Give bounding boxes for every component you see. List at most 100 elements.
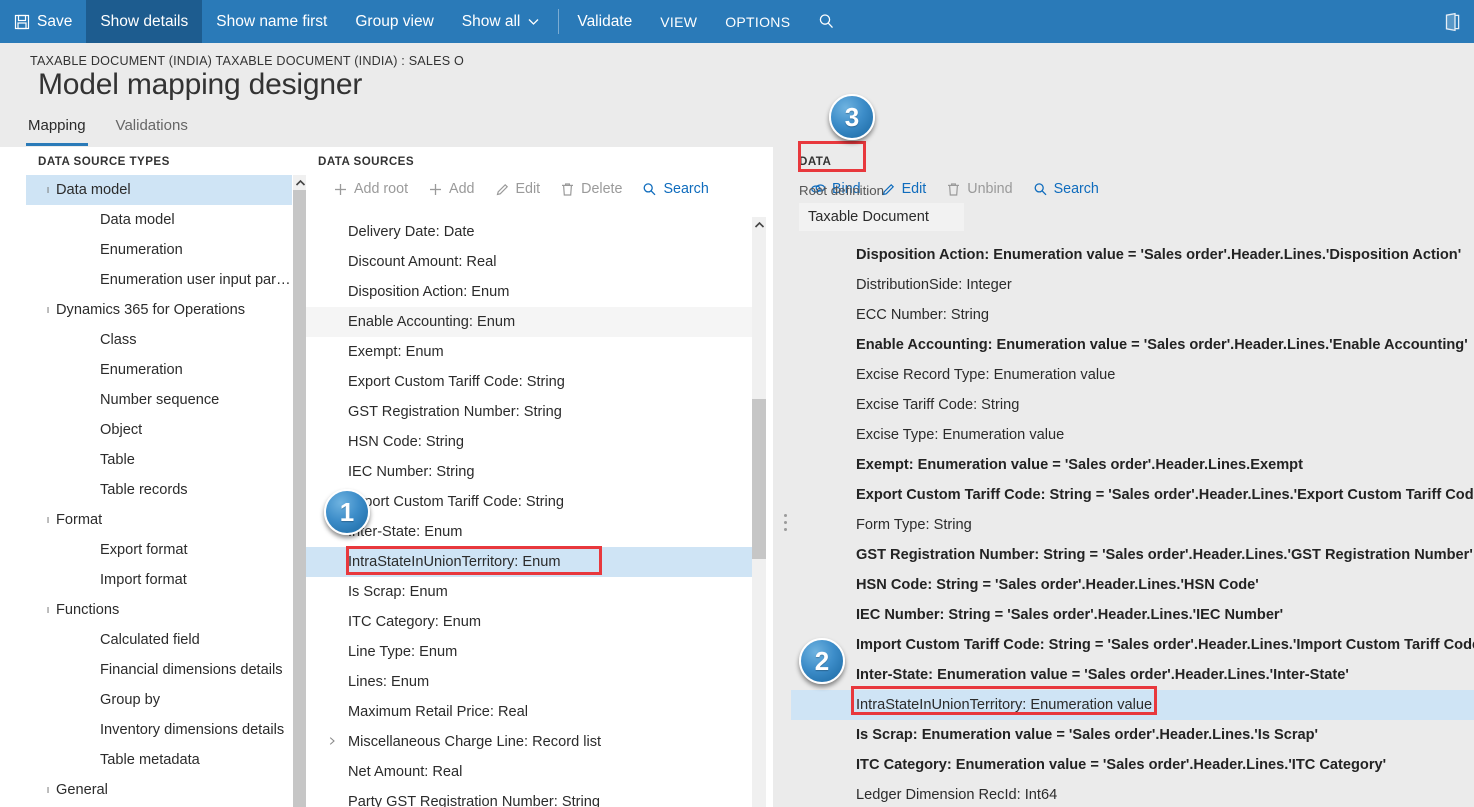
data-source-type-item-general-20[interactable]: ı General xyxy=(26,775,292,805)
data-item-distributionside-1[interactable]: DistributionSide: Integer xyxy=(791,270,1474,300)
data-source-type-item-table-records-10[interactable]: Table records xyxy=(26,475,292,505)
data-source-item-intrastateinunionterritory-enum-11[interactable]: IntraStateInUnionTerritory: Enum xyxy=(306,547,752,577)
data-source-type-item-group-by-17[interactable]: Group by xyxy=(26,685,292,715)
data-item-enable-accounting-3[interactable]: Enable Accounting: Enumeration value = '… xyxy=(791,330,1474,360)
group-view-button[interactable]: Group view xyxy=(341,0,447,43)
data-item-hsn-code-11[interactable]: HSN Code: String = 'Sales order'.Header.… xyxy=(791,570,1474,600)
data-source-types-caption: DATA SOURCE TYPES xyxy=(38,155,170,168)
show-details-button[interactable]: Show details xyxy=(86,0,203,43)
search-button[interactable] xyxy=(804,0,849,43)
show-all-dropdown[interactable]: Show all xyxy=(448,0,555,43)
office-window-icon[interactable] xyxy=(1430,0,1474,43)
data-item-excise-tariff-code-5[interactable]: Excise Tariff Code: String xyxy=(791,390,1474,420)
data-source-type-item-calculated-field-15[interactable]: Calculated field xyxy=(26,625,292,655)
data-item-ecc-number-2[interactable]: ECC Number: String xyxy=(791,300,1474,330)
data-source-item-inter-state-enum-10[interactable]: Inter-State: Enum xyxy=(306,517,752,547)
data-source-type-item-class-5[interactable]: Class xyxy=(26,325,292,355)
data-source-type-item-enumeration-6[interactable]: Enumeration xyxy=(26,355,292,385)
data-sources-tree[interactable]: Delivery Date: Date Discount Amount: Real… xyxy=(306,217,752,807)
data-source-item-net-amount-real-18[interactable]: Net Amount: Real xyxy=(306,757,752,787)
data-source-type-item-format-11[interactable]: ı Format xyxy=(26,505,292,535)
data-source-types-tree[interactable]: ı Data model Data model Enumeration Enumerat… xyxy=(26,175,292,807)
tab-mapping[interactable]: Mapping xyxy=(26,113,88,146)
item-label: Ledger Dimension RecId: Int64 xyxy=(856,787,1058,803)
chevron-right-icon[interactable] xyxy=(328,736,336,749)
mid-pane-scrollbar[interactable] xyxy=(752,217,766,807)
data-source-type-item-export-format-12[interactable]: Export format xyxy=(26,535,292,565)
data-item-inter-state-14[interactable]: Inter-State: Enumeration value = 'Sales … xyxy=(791,660,1474,690)
data-item-form-type-9[interactable]: Form Type: String xyxy=(791,510,1474,540)
data-source-item-is-scrap-enum-12[interactable]: Is Scrap: Enum xyxy=(306,577,752,607)
data-item-import-custom-tariff-code-13[interactable]: Import Custom Tariff Code: String = 'Sal… xyxy=(791,630,1474,660)
data-item-ledger-dimension-recid-18[interactable]: Ledger Dimension RecId: Int64 xyxy=(791,780,1474,807)
edit-button[interactable]: Edit xyxy=(486,177,550,201)
data-source-item-delivery-date-date-0[interactable]: Delivery Date: Date xyxy=(306,217,752,247)
data-source-item-itc-category-enum-13[interactable]: ITC Category: Enum xyxy=(306,607,752,637)
data-item-excise-record-type-4[interactable]: Excise Record Type: Enumeration value xyxy=(791,360,1474,390)
search-button[interactable]: Search xyxy=(1024,177,1108,201)
data-item-itc-category-17[interactable]: ITC Category: Enumeration value = 'Sales… xyxy=(791,750,1474,780)
data-source-type-item-object-8[interactable]: Object xyxy=(26,415,292,445)
plus-icon xyxy=(428,182,443,197)
show-details-label: Show details xyxy=(100,12,189,30)
data-source-item-party-gst-registration-number-string-19[interactable]: Party GST Registration Number: String xyxy=(306,787,752,807)
data-source-item-exempt-enum-4[interactable]: Exempt: Enum xyxy=(306,337,752,367)
data-source-item-gst-registration-number-string-6[interactable]: GST Registration Number: String xyxy=(306,397,752,427)
root-definition-field[interactable]: Taxable Document xyxy=(799,203,964,231)
data-source-item-enable-accounting-enum-3[interactable]: Enable Accounting: Enum xyxy=(306,307,752,337)
data-source-item-iec-number-string-8[interactable]: IEC Number: String xyxy=(306,457,752,487)
show-name-first-button[interactable]: Show name first xyxy=(202,0,341,43)
data-tree[interactable]: Disposition Action: Enumeration value = … xyxy=(791,240,1474,807)
data-source-item-lines-enum-15[interactable]: Lines: Enum xyxy=(306,667,752,697)
data-source-type-item-enumeration-user-input-parameter-3[interactable]: Enumeration user input parameter xyxy=(26,265,292,295)
data-source-item-discount-amount-real-1[interactable]: Discount Amount: Real xyxy=(306,247,752,277)
options-menu[interactable]: OPTIONS xyxy=(711,0,804,43)
validate-button[interactable]: Validate xyxy=(563,0,646,43)
left-pane-scrollbar[interactable] xyxy=(293,175,307,807)
data-source-item-disposition-action-enum-2[interactable]: Disposition Action: Enum xyxy=(306,277,752,307)
data-source-item-maximum-retail-price-real-16[interactable]: Maximum Retail Price: Real xyxy=(306,697,752,727)
save-button[interactable]: Save xyxy=(0,0,86,43)
data-source-type-item-dynamics-365-for-operations-4[interactable]: ı Dynamics 365 for Operations xyxy=(26,295,292,325)
data-item-iec-number-12[interactable]: IEC Number: String = 'Sales order'.Heade… xyxy=(791,600,1474,630)
data-source-item-export-custom-tariff-code-string-5[interactable]: Export Custom Tariff Code: String xyxy=(306,367,752,397)
delete-button[interactable]: Delete xyxy=(551,177,631,201)
data-source-type-item-table-metadata-19[interactable]: Table metadata xyxy=(26,745,292,775)
data-source-type-item-table-9[interactable]: Table xyxy=(26,445,292,475)
tab-validations[interactable]: Validations xyxy=(114,113,190,146)
data-item-disposition-action-0[interactable]: Disposition Action: Enumeration value = … xyxy=(791,240,1474,270)
item-label: Import Custom Tariff Code: String xyxy=(348,494,565,510)
data-source-type-item-enumeration-2[interactable]: Enumeration xyxy=(26,235,292,265)
item-label: Inter-State: Enum xyxy=(348,524,463,540)
data-source-type-item-data-model-0[interactable]: ı Data model xyxy=(26,175,292,205)
data-source-type-item-functions-14[interactable]: ı Functions xyxy=(26,595,292,625)
data-source-item-miscellaneous-charge-line-record-list-17[interactable]: Miscellaneous Charge Line: Record list xyxy=(306,727,752,757)
data-item-export-custom-tariff-code-8[interactable]: Export Custom Tariff Code: String = 'Sal… xyxy=(791,480,1474,510)
data-item-excise-type-6[interactable]: Excise Type: Enumeration value xyxy=(791,420,1474,450)
data-source-item-import-custom-tariff-code-string-9[interactable]: Import Custom Tariff Code: String xyxy=(306,487,752,517)
add-root-button[interactable]: Add root xyxy=(324,177,417,201)
data-item-is-scrap-16[interactable]: Is Scrap: Enumeration value = 'Sales ord… xyxy=(791,720,1474,750)
left-scroll-thumb[interactable] xyxy=(293,190,307,807)
pane-splitter[interactable] xyxy=(773,147,791,807)
tab-mapping-label: Mapping xyxy=(28,117,86,134)
splitter-grip-icon[interactable] xyxy=(784,514,788,534)
data-item-exempt-7[interactable]: Exempt: Enumeration value = 'Sales order… xyxy=(791,450,1474,480)
mid-scroll-thumb[interactable] xyxy=(752,399,766,559)
data-source-type-item-inventory-dimensions-details-18[interactable]: Inventory dimensions details xyxy=(26,715,292,745)
data-item-intrastateinunionterritory-15[interactable]: IntraStateInUnionTerritory: Enumeration … xyxy=(791,690,1474,720)
add-button[interactable]: Add xyxy=(419,177,483,201)
data-source-type-item-number-sequence-7[interactable]: Number sequence xyxy=(26,385,292,415)
data-source-type-item-data-model-1[interactable]: Data model xyxy=(26,205,292,235)
data-source-item-line-type-enum-14[interactable]: Line Type: Enum xyxy=(306,637,752,667)
search-button[interactable]: Search xyxy=(633,177,717,201)
data-source-type-item-import-format-13[interactable]: Import format xyxy=(26,565,292,595)
item-label: Export Custom Tariff Code: String xyxy=(348,374,565,390)
unbind-button[interactable]: Unbind xyxy=(937,177,1021,201)
data-source-type-item-financial-dimensions-details-16[interactable]: Financial dimensions details xyxy=(26,655,292,685)
data-sources-toolbar: Add root Add Edit Delete Search xyxy=(306,174,773,207)
data-source-item-hsn-code-string-7[interactable]: HSN Code: String xyxy=(306,427,752,457)
data-item-gst-registration-number-10[interactable]: GST Registration Number: String = 'Sales… xyxy=(791,540,1474,570)
view-menu[interactable]: VIEW xyxy=(646,0,711,43)
item-label: Export Custom Tariff Code: String = 'Sal… xyxy=(856,487,1474,503)
